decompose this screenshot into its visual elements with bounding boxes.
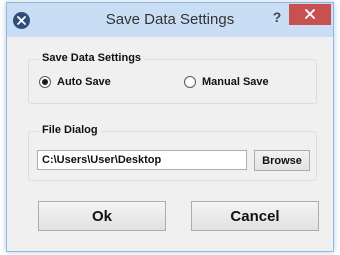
radio-checked-icon bbox=[39, 76, 51, 88]
radio-unchecked-icon bbox=[184, 76, 196, 88]
manual-save-label: Manual Save bbox=[202, 76, 269, 88]
file-path-input[interactable] bbox=[37, 150, 247, 170]
manual-save-radio[interactable]: Manual Save bbox=[184, 76, 269, 88]
auto-save-radio[interactable]: Auto Save bbox=[39, 76, 111, 88]
save-settings-group-label: Save Data Settings bbox=[39, 52, 145, 64]
help-button[interactable]: ? bbox=[267, 7, 287, 27]
save-data-settings-dialog: Save Data Settings ? Save Data Settings … bbox=[6, 2, 334, 252]
auto-save-label: Auto Save bbox=[57, 76, 111, 88]
cancel-button[interactable]: Cancel bbox=[191, 201, 319, 231]
save-settings-group: Save Data Settings Auto Save Manual Save bbox=[28, 52, 317, 104]
file-dialog-group-label: File Dialog bbox=[39, 124, 101, 136]
browse-button[interactable]: Browse bbox=[254, 150, 310, 171]
file-dialog-group: File Dialog Browse bbox=[28, 124, 317, 181]
close-button[interactable] bbox=[289, 4, 331, 25]
app-logo-icon bbox=[13, 12, 30, 29]
ok-button[interactable]: Ok bbox=[38, 201, 166, 231]
title-bar[interactable]: Save Data Settings ? bbox=[7, 3, 333, 37]
close-icon bbox=[305, 6, 315, 24]
